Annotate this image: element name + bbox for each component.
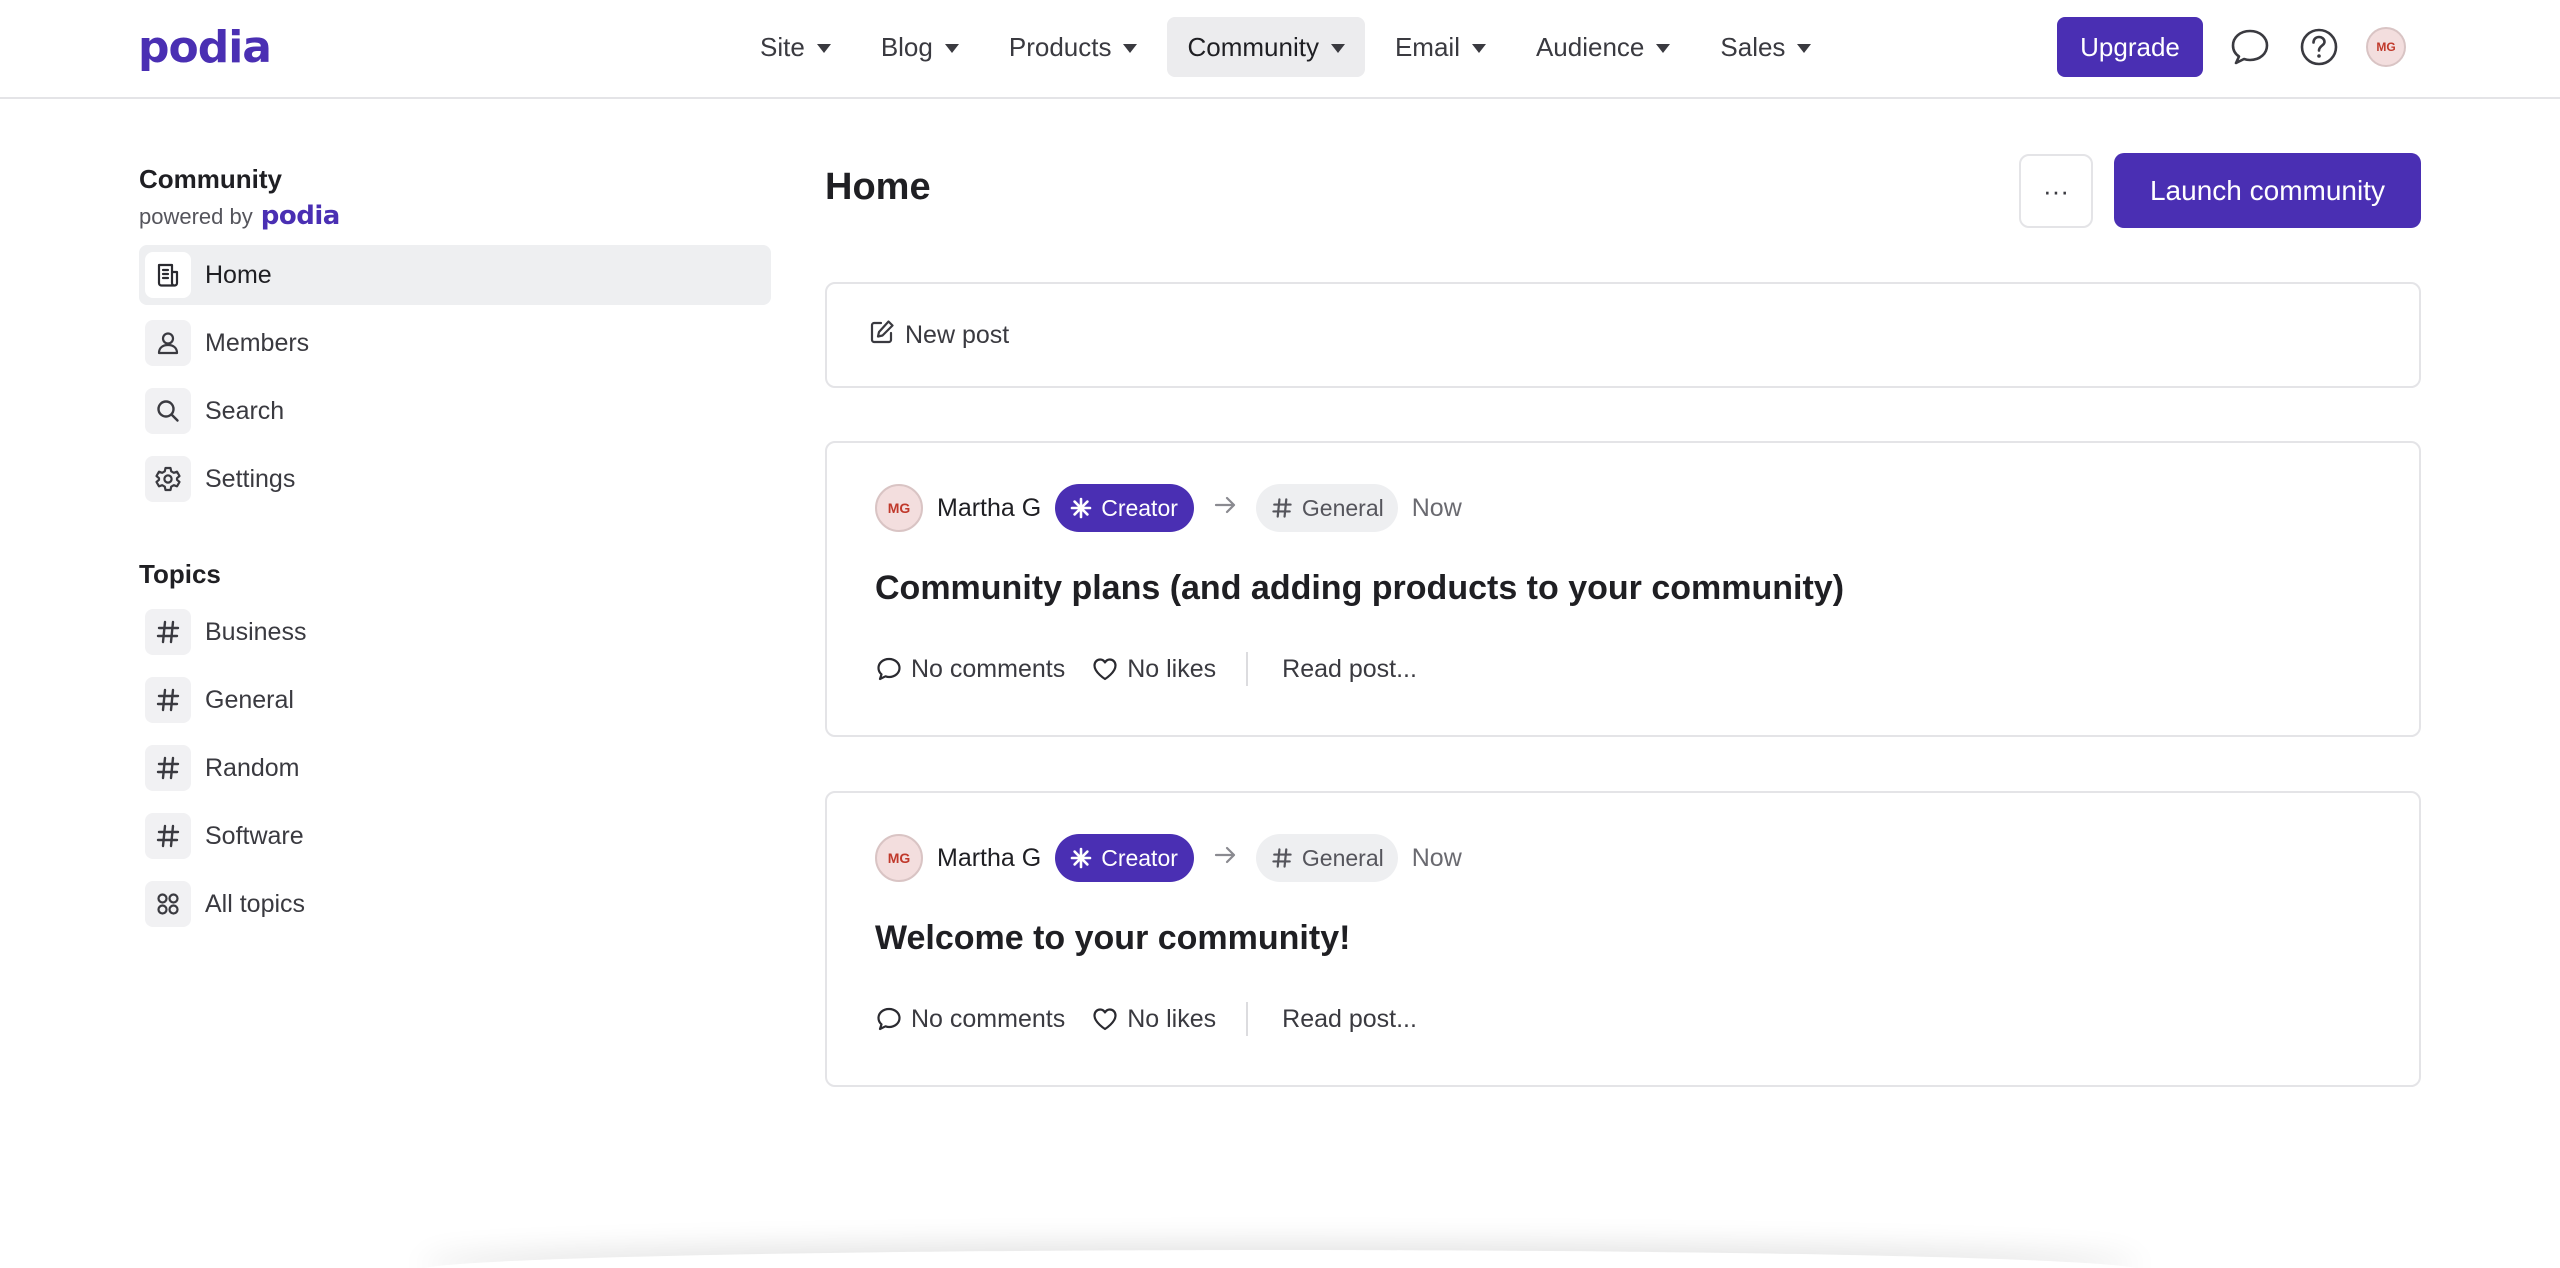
comment-icon bbox=[877, 657, 901, 681]
asterisk-icon bbox=[1070, 497, 1092, 519]
caret-down-icon bbox=[1471, 43, 1486, 53]
likes-stat[interactable]: No likes bbox=[1091, 1005, 1216, 1034]
comments-stat[interactable]: No comments bbox=[875, 1005, 1065, 1034]
heart-icon bbox=[1093, 658, 1117, 681]
sidebar-topic-random[interactable]: Random bbox=[139, 738, 771, 798]
hash-icon bbox=[145, 745, 191, 791]
post-meta: MG Martha G Creator General Now bbox=[875, 483, 1462, 533]
post-meta: MG Martha G Creator General Now bbox=[875, 833, 1462, 883]
launch-community-button[interactable]: Launch community bbox=[2114, 153, 2421, 228]
post-stats: No comments No likes Read post... bbox=[875, 999, 1417, 1039]
read-post-link[interactable]: Read post... bbox=[1282, 1005, 1417, 1034]
main-nav: Site Blog Products Community Email Audie… bbox=[740, 17, 1831, 77]
community-sidebar: Community powered by podia Home Members … bbox=[139, 164, 771, 942]
sidebar-topic-business[interactable]: Business bbox=[139, 602, 771, 662]
sidebar-item-home[interactable]: Home bbox=[139, 245, 771, 305]
nav-sales[interactable]: Sales bbox=[1700, 17, 1831, 77]
nav-audience[interactable]: Audience bbox=[1516, 17, 1690, 77]
sidebar-topic-all[interactable]: All topics bbox=[139, 874, 771, 934]
arrow-right-icon bbox=[1212, 492, 1238, 525]
help-icon[interactable] bbox=[2299, 27, 2339, 67]
nav-products[interactable]: Products bbox=[989, 17, 1158, 77]
post-title[interactable]: Community plans (and adding products to … bbox=[875, 569, 1844, 608]
powered-by: powered by podia bbox=[139, 201, 341, 231]
grid-icon bbox=[145, 881, 191, 927]
hash-icon bbox=[145, 677, 191, 723]
comments-stat[interactable]: No comments bbox=[875, 655, 1065, 684]
page-title: Home bbox=[825, 166, 931, 208]
sidebar-item-search[interactable]: Search bbox=[139, 381, 771, 441]
caret-down-icon bbox=[1797, 43, 1812, 53]
sidebar-topic-general[interactable]: General bbox=[139, 670, 771, 730]
creator-badge: Creator bbox=[1055, 834, 1194, 882]
arrow-right-icon bbox=[1212, 842, 1238, 875]
gear-icon bbox=[145, 456, 191, 502]
caret-down-icon bbox=[1656, 43, 1671, 53]
topic-badge[interactable]: General bbox=[1255, 484, 1398, 532]
post-timestamp: Now bbox=[1411, 843, 1462, 872]
comment-icon bbox=[877, 1007, 901, 1031]
stats-divider bbox=[1246, 1002, 1249, 1036]
creator-badge: Creator bbox=[1055, 484, 1194, 532]
podia-mini-logo: podia bbox=[260, 201, 341, 231]
caret-down-icon bbox=[1123, 43, 1138, 53]
post-stats: No comments No likes Read post... bbox=[875, 649, 1417, 689]
topics-heading: Topics bbox=[139, 559, 221, 589]
new-post-label: New post bbox=[905, 320, 1010, 349]
hash-icon bbox=[1272, 848, 1292, 868]
topic-badge[interactable]: General bbox=[1255, 834, 1398, 882]
nav-blog[interactable]: Blog bbox=[861, 17, 979, 77]
stats-divider bbox=[1246, 652, 1249, 686]
edit-icon bbox=[869, 319, 895, 352]
caret-down-icon bbox=[1330, 43, 1345, 53]
top-navigation-bar: podia Site Blog Products Community Email… bbox=[0, 0, 2560, 99]
author-name[interactable]: Martha G bbox=[937, 494, 1041, 523]
author-avatar[interactable]: MG bbox=[875, 834, 923, 882]
post-card[interactable]: MG Martha G Creator General Now Communit… bbox=[825, 441, 2421, 737]
hash-icon bbox=[145, 813, 191, 859]
podia-logo[interactable]: podia bbox=[138, 22, 272, 73]
user-avatar[interactable]: MG bbox=[2366, 27, 2406, 67]
asterisk-icon bbox=[1070, 847, 1092, 869]
sidebar-item-settings[interactable]: Settings bbox=[139, 449, 771, 509]
sidebar-title: Community bbox=[139, 164, 282, 194]
heart-icon bbox=[1093, 1008, 1117, 1031]
sidebar-topic-software[interactable]: Software bbox=[139, 806, 771, 866]
bottom-panel-shadow bbox=[420, 1250, 2140, 1268]
chat-icon[interactable] bbox=[2230, 27, 2270, 67]
author-name[interactable]: Martha G bbox=[937, 844, 1041, 873]
document-icon bbox=[145, 252, 191, 298]
upgrade-button[interactable]: Upgrade bbox=[2057, 17, 2203, 77]
post-card[interactable]: MG Martha G Creator General Now Welcome … bbox=[825, 791, 2421, 1087]
hash-icon bbox=[1272, 498, 1292, 518]
caret-down-icon bbox=[816, 43, 831, 53]
hash-icon bbox=[145, 609, 191, 655]
read-post-link[interactable]: Read post... bbox=[1282, 655, 1417, 684]
more-options-button[interactable]: ··· bbox=[2019, 154, 2093, 228]
sidebar-item-members[interactable]: Members bbox=[139, 313, 771, 373]
user-icon bbox=[145, 320, 191, 366]
new-post-composer[interactable]: New post bbox=[825, 282, 2421, 388]
post-title[interactable]: Welcome to your community! bbox=[875, 919, 1350, 958]
nav-email[interactable]: Email bbox=[1375, 17, 1506, 77]
caret-down-icon bbox=[944, 43, 959, 53]
nav-community[interactable]: Community bbox=[1167, 17, 1365, 77]
post-timestamp: Now bbox=[1411, 493, 1462, 522]
likes-stat[interactable]: No likes bbox=[1091, 655, 1216, 684]
search-icon bbox=[145, 388, 191, 434]
nav-site[interactable]: Site bbox=[740, 17, 851, 77]
author-avatar[interactable]: MG bbox=[875, 484, 923, 532]
